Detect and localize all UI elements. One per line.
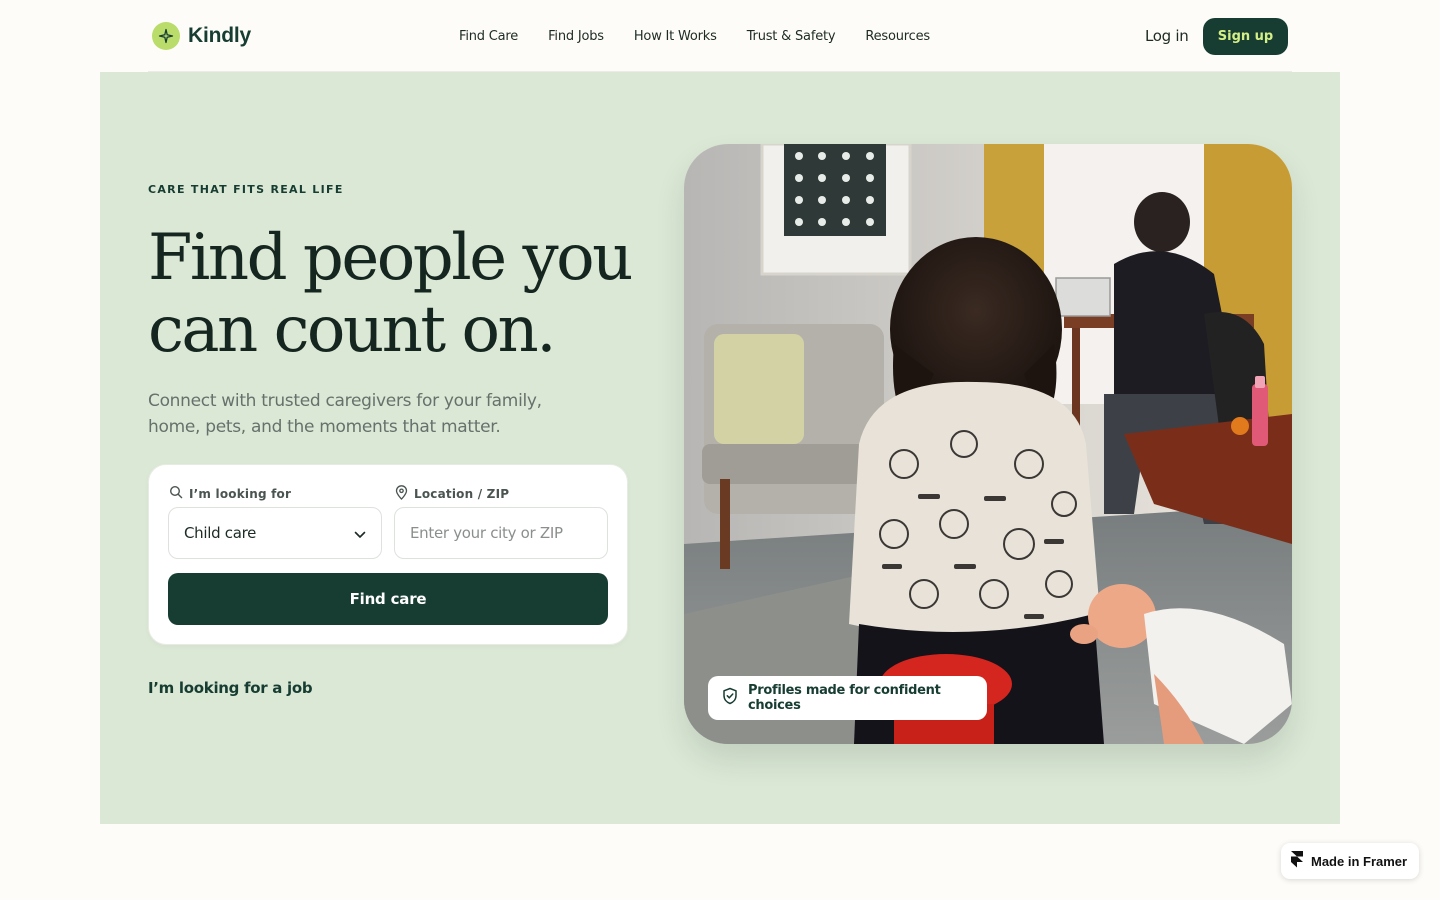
looking-for-job-link[interactable]: I’m looking for a job: [148, 679, 313, 697]
nav-how-it-works[interactable]: How It Works: [634, 29, 717, 44]
nav-trust-safety[interactable]: Trust & Safety: [747, 29, 836, 44]
map-pin-icon: [395, 485, 408, 503]
logo-text: Kindly: [188, 24, 251, 47]
care-type-select[interactable]: Child care: [168, 507, 382, 559]
location-label-text: Location / ZIP: [414, 487, 510, 501]
hero-photo: Profiles made for confident choices: [684, 144, 1292, 744]
looking-for-label: I’m looking for: [169, 485, 291, 502]
find-care-button[interactable]: Find care: [168, 573, 608, 625]
hero-eyebrow: CARE THAT FITS REAL LIFE: [148, 183, 344, 196]
trust-badge: Profiles made for confident choices: [708, 676, 987, 720]
signup-button[interactable]: Sign up: [1203, 18, 1288, 55]
login-link[interactable]: Log in: [1145, 27, 1189, 45]
chevron-down-icon: [354, 524, 366, 543]
shield-check-icon: [722, 687, 738, 709]
sparkle-icon: [152, 22, 180, 50]
hero-subtext: Connect with trusted caregivers for your…: [148, 391, 542, 437]
hero-headline: Find people you can count on.: [148, 221, 633, 367]
trust-badge-text: Profiles made for confident choices: [748, 683, 941, 713]
location-input[interactable]: [394, 507, 608, 559]
nav-find-jobs[interactable]: Find Jobs: [548, 29, 604, 44]
nav-find-care[interactable]: Find Care: [459, 29, 518, 44]
hero-photo-illustration: [684, 144, 1292, 744]
logo[interactable]: Kindly: [152, 22, 251, 50]
main-nav: Find Care Find Jobs How It Works Trust &…: [459, 29, 930, 44]
framer-badge-label: Made in Framer: [1311, 853, 1408, 869]
looking-for-label-text: I’m looking for: [189, 486, 292, 501]
search-icon: [169, 485, 183, 502]
nav-resources[interactable]: Resources: [865, 29, 930, 44]
site-header: Kindly Find Care Find Jobs How It Works …: [0, 0, 1440, 72]
made-in-framer-badge[interactable]: Made in Framer: [1281, 843, 1419, 879]
hero-section: CARE THAT FITS REAL LIFE Find people you…: [100, 72, 1340, 824]
location-label: Location / ZIP: [395, 485, 509, 503]
care-type-value: Child care: [184, 524, 257, 542]
framer-icon: [1291, 850, 1303, 872]
care-search-card: I’m looking for Location / ZIP Child car…: [148, 464, 628, 645]
